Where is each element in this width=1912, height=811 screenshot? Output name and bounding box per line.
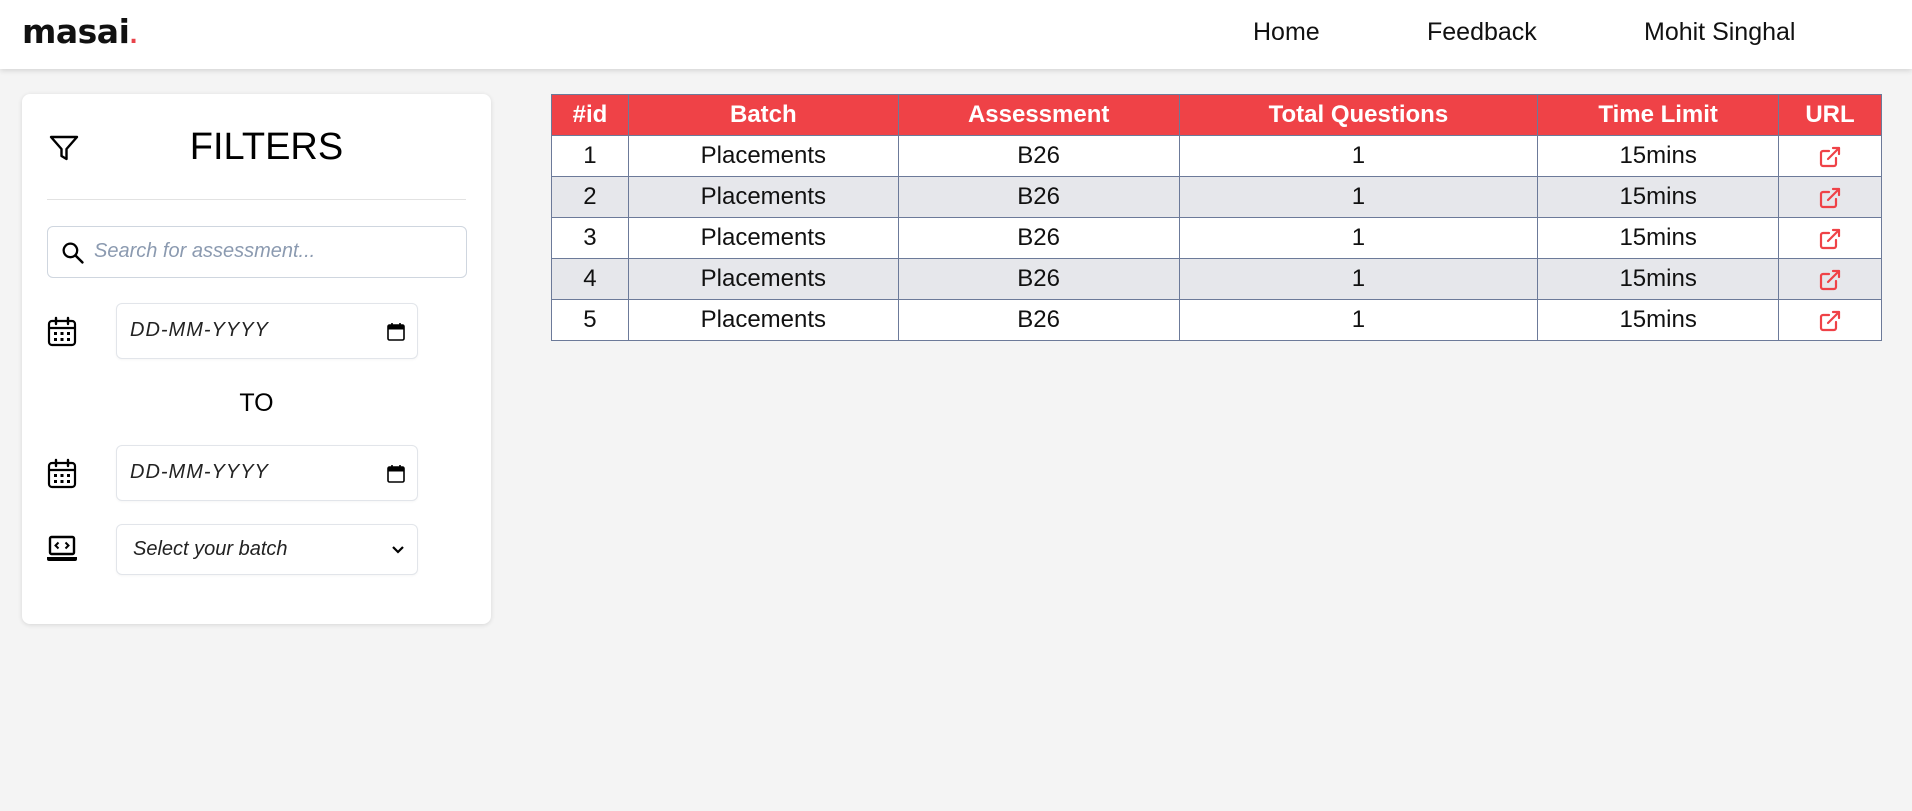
cell-time-limit: 15mins [1537,258,1780,300]
logo-text: masai [22,12,130,51]
filters-title: FILTERS [189,126,344,168]
cell-url [1778,299,1882,341]
column-header-batch: Batch [627,94,899,136]
table-row: 4 Placements B26 1 15mins [551,258,1882,300]
calendar-icon [47,458,77,489]
cell-id: 4 [551,258,629,300]
to-label: TO [239,389,274,417]
external-link-icon[interactable] [1818,268,1842,292]
column-header-time-limit: Time Limit [1537,94,1780,136]
masai-logo[interactable]: masai. [22,12,138,51]
date-picker-icon[interactable] [387,464,405,483]
nav-user-link[interactable]: Mohit Singhal [1644,18,1795,47]
cell-assessment: B26 [897,299,1180,341]
table-row: 3 Placements B26 1 15mins [551,217,1882,259]
cell-batch: Placements [627,299,899,341]
column-header-assessment: Assessment [897,94,1180,136]
external-link-icon[interactable] [1818,145,1842,169]
cell-time-limit: 15mins [1537,299,1780,341]
table-row: 1 Placements B26 1 15mins [551,135,1882,177]
batch-select[interactable]: Select your batch [116,524,418,575]
cell-batch: Placements [627,217,899,259]
cell-assessment: B26 [897,135,1180,177]
table-header-row: #id Batch Assessment Total Questions Tim… [551,94,1882,136]
table-row: 2 Placements B26 1 15mins [551,176,1882,218]
search-input[interactable] [94,227,454,276]
cell-time-limit: 15mins [1537,217,1780,259]
cell-time-limit: 15mins [1537,135,1780,177]
column-header-url: URL [1778,94,1882,136]
external-link-icon[interactable] [1818,309,1842,333]
cell-batch: Placements [627,258,899,300]
cell-url [1778,258,1882,300]
to-date-placeholder: DD-MM-YYYY [130,461,269,483]
cell-total-questions: 1 [1178,217,1539,259]
nav-home-link[interactable]: Home [1253,18,1320,47]
cell-total-questions: 1 [1178,176,1539,218]
column-header-id: #id [551,94,629,136]
cell-batch: Placements [627,176,899,218]
to-date-input[interactable]: DD-MM-YYYY [116,445,418,501]
cell-id: 5 [551,299,629,341]
chevron-down-icon [392,546,404,554]
cell-id: 3 [551,217,629,259]
external-link-icon[interactable] [1818,227,1842,251]
from-date-input[interactable]: DD-MM-YYYY [116,303,418,359]
logo-dot: . [129,24,138,49]
calendar-icon [47,316,77,347]
cell-assessment: B26 [897,217,1180,259]
cell-id: 1 [551,135,629,177]
assessments-table: #id Batch Assessment Total Questions Tim… [551,94,1882,341]
filters-divider [47,199,466,200]
laptop-code-icon [47,535,77,561]
cell-assessment: B26 [897,258,1180,300]
cell-total-questions: 1 [1178,135,1539,177]
cell-time-limit: 15mins [1537,176,1780,218]
search-box[interactable] [47,226,467,278]
batch-select-value: Select your batch [133,538,288,560]
date-picker-icon[interactable] [387,322,405,341]
cell-url [1778,217,1882,259]
column-header-total-questions: Total Questions [1178,94,1539,136]
cell-assessment: B26 [897,176,1180,218]
from-date-placeholder: DD-MM-YYYY [130,319,269,341]
cell-url [1778,176,1882,218]
cell-url [1778,135,1882,177]
external-link-icon[interactable] [1818,186,1842,210]
table-row: 5 Placements B26 1 15mins [551,299,1882,341]
cell-batch: Placements [627,135,899,177]
nav-feedback-link[interactable]: Feedback [1427,18,1537,47]
cell-total-questions: 1 [1178,258,1539,300]
top-navbar: masai. Home Feedback Mohit Singhal [0,0,1912,69]
filters-panel: FILTERS DD-MM-YYYY TO [22,94,491,624]
search-icon [62,242,84,264]
cell-id: 2 [551,176,629,218]
cell-total-questions: 1 [1178,299,1539,341]
